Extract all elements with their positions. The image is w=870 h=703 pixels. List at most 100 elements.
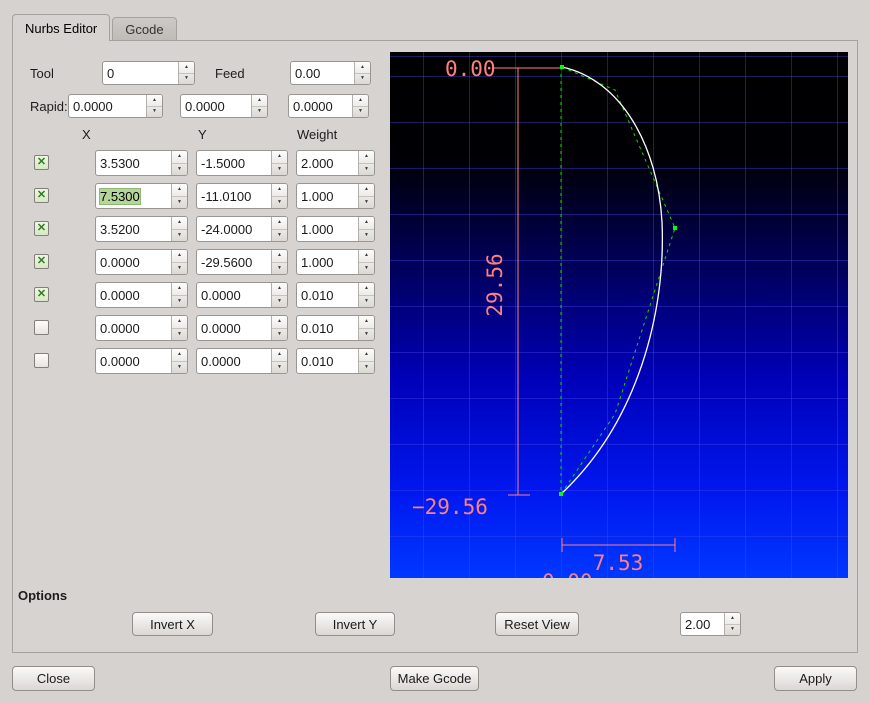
spin-up-icon[interactable]: ▲ — [725, 613, 740, 625]
spin-down-icon[interactable]: ▼ — [272, 197, 287, 209]
spin-down-icon[interactable]: ▼ — [359, 329, 374, 341]
point-x-field[interactable]: 7.5300 — [96, 184, 171, 208]
point-enabled-checkbox[interactable]: ✕ — [34, 254, 49, 269]
feed-stepper[interactable]: ▲ ▼ — [354, 62, 370, 84]
spin-up-icon[interactable]: ▲ — [272, 349, 287, 362]
spin-up-icon[interactable]: ▲ — [359, 316, 374, 329]
point-x-spinbox[interactable]: 7.5300 ▲ ▼ — [95, 183, 188, 209]
point-weight-spinbox[interactable]: 1.000 ▲ ▼ — [296, 216, 375, 242]
spin-down-icon[interactable]: ▼ — [272, 263, 287, 275]
point-weight-spinbox[interactable]: 1.000 ▲ ▼ — [296, 249, 375, 275]
point-x-field[interactable]: 0.0000 — [96, 283, 171, 307]
spin-down-icon[interactable]: ▼ — [272, 296, 287, 308]
point-enabled-checkbox[interactable]: ✕ — [34, 155, 49, 170]
point-y-spinbox[interactable]: -29.5600 ▲ ▼ — [196, 249, 288, 275]
spin-up-icon[interactable]: ▲ — [359, 250, 374, 263]
point-enabled-checkbox[interactable] — [34, 353, 49, 368]
point-x-stepper[interactable]: ▲ ▼ — [171, 217, 187, 241]
spin-up-icon[interactable]: ▲ — [172, 316, 187, 329]
point-weight-spinbox[interactable]: 0.010 ▲ ▼ — [296, 348, 375, 374]
point-y-field[interactable]: -24.0000 — [197, 217, 271, 241]
spin-down-icon[interactable]: ▼ — [725, 625, 740, 636]
point-x-field[interactable]: 0.0000 — [96, 316, 171, 340]
rapid-x-spinbox[interactable]: 0.0000 ▲ ▼ — [68, 94, 163, 118]
point-y-stepper[interactable]: ▲ ▼ — [271, 349, 287, 373]
spin-up-icon[interactable]: ▲ — [172, 250, 187, 263]
point-weight-stepper[interactable]: ▲ ▼ — [358, 349, 374, 373]
point-x-field[interactable]: 3.5200 — [96, 217, 171, 241]
apply-button[interactable]: Apply — [774, 666, 857, 691]
point-enabled-checkbox[interactable]: ✕ — [34, 287, 49, 302]
point-y-stepper[interactable]: ▲ ▼ — [271, 184, 287, 208]
point-weight-spinbox[interactable]: 2.000 ▲ ▼ — [296, 150, 375, 176]
spin-down-icon[interactable]: ▼ — [252, 107, 267, 118]
rapid-y-spinbox[interactable]: 0.0000 ▲ ▼ — [180, 94, 268, 118]
spin-down-icon[interactable]: ▼ — [272, 230, 287, 242]
spin-up-icon[interactable]: ▲ — [359, 184, 374, 197]
scale-stepper[interactable]: ▲ ▼ — [724, 613, 740, 635]
point-y-field[interactable]: 0.0000 — [197, 349, 271, 373]
point-x-spinbox[interactable]: 3.5300 ▲ ▼ — [95, 150, 188, 176]
point-x-field[interactable]: 0.0000 — [96, 349, 171, 373]
rapid-z-stepper[interactable]: ▲ ▼ — [352, 95, 368, 117]
point-x-spinbox[interactable]: 0.0000 ▲ ▼ — [95, 315, 188, 341]
spin-up-icon[interactable]: ▲ — [359, 349, 374, 362]
point-weight-stepper[interactable]: ▲ ▼ — [358, 316, 374, 340]
spin-up-icon[interactable]: ▲ — [272, 316, 287, 329]
point-x-spinbox[interactable]: 3.5200 ▲ ▼ — [95, 216, 188, 242]
tool-stepper[interactable]: ▲ ▼ — [178, 62, 194, 84]
spin-down-icon[interactable]: ▼ — [359, 164, 374, 176]
make-gcode-button[interactable]: Make Gcode — [390, 666, 479, 691]
spin-up-icon[interactable]: ▲ — [272, 250, 287, 263]
point-weight-field[interactable]: 1.000 — [297, 184, 358, 208]
point-y-stepper[interactable]: ▲ ▼ — [271, 217, 287, 241]
point-weight-field[interactable]: 2.000 — [297, 151, 358, 175]
feed-spinbox[interactable]: 0.00 ▲ ▼ — [290, 61, 371, 85]
point-x-stepper[interactable]: ▲ ▼ — [171, 151, 187, 175]
point-y-stepper[interactable]: ▲ ▼ — [271, 250, 287, 274]
point-weight-stepper[interactable]: ▲ ▼ — [358, 283, 374, 307]
spin-up-icon[interactable]: ▲ — [355, 62, 370, 74]
spin-up-icon[interactable]: ▲ — [272, 151, 287, 164]
point-weight-stepper[interactable]: ▲ ▼ — [358, 184, 374, 208]
spin-down-icon[interactable]: ▼ — [172, 230, 187, 242]
point-y-spinbox[interactable]: 0.0000 ▲ ▼ — [196, 282, 288, 308]
point-y-stepper[interactable]: ▲ ▼ — [271, 316, 287, 340]
point-enabled-checkbox[interactable]: ✕ — [34, 221, 49, 236]
spin-up-icon[interactable]: ▲ — [172, 151, 187, 164]
rapid-x-value-field[interactable]: 0.0000 — [69, 95, 146, 117]
scale-value-field[interactable]: 2.00 — [681, 613, 724, 635]
tab-gcode[interactable]: Gcode — [112, 17, 177, 40]
spin-down-icon[interactable]: ▼ — [172, 164, 187, 176]
spin-up-icon[interactable]: ▲ — [359, 283, 374, 296]
feed-value-field[interactable]: 0.00 — [291, 62, 354, 84]
spin-down-icon[interactable]: ▼ — [172, 197, 187, 209]
spin-up-icon[interactable]: ▲ — [252, 95, 267, 107]
reset-view-button[interactable]: Reset View — [495, 612, 579, 636]
point-y-field[interactable]: 0.0000 — [197, 316, 271, 340]
point-x-field[interactable]: 0.0000 — [96, 250, 171, 274]
rapid-z-value-field[interactable]: 0.0000 — [289, 95, 352, 117]
point-weight-field[interactable]: 0.010 — [297, 316, 358, 340]
point-y-spinbox[interactable]: -11.0100 ▲ ▼ — [196, 183, 288, 209]
point-weight-field[interactable]: 1.000 — [297, 250, 358, 274]
spin-up-icon[interactable]: ▲ — [172, 184, 187, 197]
spin-up-icon[interactable]: ▲ — [359, 217, 374, 230]
rapid-y-stepper[interactable]: ▲ ▼ — [251, 95, 267, 117]
spin-down-icon[interactable]: ▼ — [353, 107, 368, 118]
spin-up-icon[interactable]: ▲ — [172, 283, 187, 296]
control-point-marker[interactable] — [559, 492, 563, 496]
spin-down-icon[interactable]: ▼ — [359, 362, 374, 374]
point-weight-field[interactable]: 0.010 — [297, 283, 358, 307]
spin-down-icon[interactable]: ▼ — [359, 263, 374, 275]
point-x-field[interactable]: 3.5300 — [96, 151, 171, 175]
spin-down-icon[interactable]: ▼ — [272, 329, 287, 341]
point-y-spinbox[interactable]: -24.0000 ▲ ▼ — [196, 216, 288, 242]
spin-down-icon[interactable]: ▼ — [179, 74, 194, 85]
point-y-spinbox[interactable]: 0.0000 ▲ ▼ — [196, 348, 288, 374]
spin-up-icon[interactable]: ▲ — [272, 217, 287, 230]
tool-spinbox[interactable]: 0 ▲ ▼ — [102, 61, 195, 85]
spin-down-icon[interactable]: ▼ — [359, 230, 374, 242]
point-weight-spinbox[interactable]: 0.010 ▲ ▼ — [296, 282, 375, 308]
spin-down-icon[interactable]: ▼ — [172, 362, 187, 374]
